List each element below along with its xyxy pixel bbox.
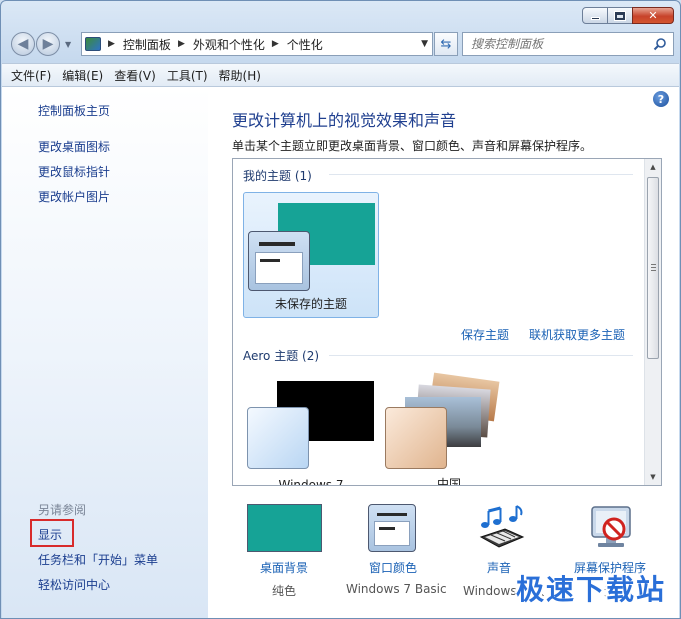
watermark: 极速下载站 (515, 573, 666, 606)
recent-pages-dropdown[interactable]: ▼ (65, 40, 71, 49)
menu-tools[interactable]: 工具(T) (167, 67, 208, 84)
see-also-heading: 另请参阅 (38, 503, 87, 517)
control-panel-home-link[interactable]: 控制面板主页 (38, 102, 110, 119)
setting-value: 纯色 (271, 584, 296, 598)
address-bar[interactable]: ▶ 控制面板 ▶ 外观和个性化 ▶ 个性化 ▼ (81, 32, 433, 56)
back-button[interactable]: ◀ (11, 32, 35, 56)
my-themes-header: 我的主题 (1) (243, 169, 312, 183)
menu-help[interactable]: 帮助(H) (219, 67, 261, 84)
help-icon[interactable]: ? (653, 91, 669, 107)
group-divider (329, 355, 633, 356)
change-desktop-icons-link[interactable]: 更改桌面图标 (38, 138, 110, 155)
theme-gallery-scrollbar[interactable]: ▲ ▼ (644, 159, 661, 485)
theme-name: 中国 (436, 477, 461, 486)
menu-view[interactable]: 查看(V) (114, 67, 156, 84)
window-preview-icon (247, 407, 309, 469)
scrollbar-thumb[interactable] (647, 177, 659, 359)
breadcrumb-separator-icon[interactable]: ▶ (178, 39, 185, 49)
menu-edit[interactable]: 编辑(E) (62, 67, 103, 84)
page-title: 更改计算机上的视觉效果和声音 (232, 111, 457, 130)
control-panel-window: ✕ ◀ ▶ ▼ ▶ 控制面板 ▶ 外观和个性化 ▶ 个性化 ▼ ⇆ 文件(F) … (0, 0, 681, 619)
search-box[interactable] (462, 32, 674, 56)
scroll-up-icon[interactable]: ▲ (645, 159, 661, 175)
setting-label[interactable]: 桌面背景 (246, 559, 322, 576)
breadcrumb: ▶ 控制面板 ▶ 外观和个性化 ▶ 个性化 (101, 36, 323, 53)
taskbar-start-menu-link[interactable]: 任务栏和「开始」菜单 (38, 551, 158, 568)
breadcrumb-item[interactable]: 外观和个性化 (193, 36, 265, 53)
group-divider (329, 174, 633, 175)
menu-file[interactable]: 文件(F) (11, 67, 51, 84)
refresh-icon: ⇆ (440, 36, 452, 52)
menu-bar: 文件(F) 编辑(E) 查看(V) 工具(T) 帮助(H) (2, 63, 679, 87)
forward-button[interactable]: ▶ (36, 32, 60, 56)
minimize-icon (590, 16, 600, 20)
page-description: 单击某个主题立即更改桌面背景、窗口颜色、声音和屏幕保护程序。 (232, 139, 593, 153)
arrow-left-icon: ◀ (17, 36, 29, 52)
window-preview-icon (248, 231, 310, 291)
get-more-themes-link[interactable]: 联机获取更多主题 (529, 326, 625, 343)
address-dropdown-icon[interactable]: ▼ (421, 39, 428, 49)
theme-name: 未保存的主题 (274, 297, 347, 311)
breadcrumb-separator-icon: ▶ (108, 39, 115, 49)
theme-name: Windows 7 (278, 478, 344, 486)
chevron-down-icon: ▼ (65, 40, 72, 49)
theme-gallery: 我的主题 (1) 未保存的主题 保存主题 联机获取更多主题 Aero 主题 (2… (232, 158, 662, 486)
aero-themes-header: Aero 主题 (2) (243, 349, 320, 363)
close-icon: ✕ (648, 9, 658, 22)
window-preview-icon (385, 407, 447, 469)
search-input[interactable] (471, 37, 651, 51)
ease-of-access-link[interactable]: 轻松访问中心 (38, 576, 110, 593)
breadcrumb-separator-icon[interactable]: ▶ (272, 39, 279, 49)
caption-buttons: ✕ (582, 7, 674, 24)
sounds-icon (479, 505, 525, 548)
change-account-picture-link[interactable]: 更改帐户图片 (38, 188, 110, 205)
save-theme-link[interactable]: 保存主题 (461, 326, 509, 343)
theme-tile-unsaved[interactable]: 未保存的主题 (243, 192, 379, 318)
main-pane: ? 更改计算机上的视觉效果和声音 单击某个主题立即更改桌面背景、窗口颜色、声音和… (208, 87, 679, 618)
theme-tile-windows7[interactable]: Windows 7 (243, 371, 379, 486)
setting-label[interactable]: 窗口颜色 (346, 559, 440, 576)
screen-saver-icon (591, 506, 631, 547)
theme-tile-china[interactable]: 中国 (381, 371, 517, 486)
display-link[interactable]: 显示 (38, 526, 62, 543)
control-panel-icon (85, 37, 101, 51)
breadcrumb-item[interactable]: 控制面板 (123, 36, 171, 53)
close-button[interactable]: ✕ (632, 7, 674, 24)
change-mouse-pointers-link[interactable]: 更改鼠标指针 (38, 163, 110, 180)
task-pane: 控制面板主页 更改桌面图标 更改鼠标指针 更改帐户图片 另请参阅 显示 任务栏和… (2, 87, 208, 618)
navigation-bar: ◀ ▶ ▼ ▶ 控制面板 ▶ 外观和个性化 ▶ 个性化 ▼ ⇆ (9, 31, 674, 57)
arrow-right-icon: ▶ (42, 36, 54, 52)
breadcrumb-item[interactable]: 个性化 (287, 36, 323, 53)
maximize-button[interactable] (607, 7, 633, 24)
scroll-down-icon[interactable]: ▼ (645, 469, 661, 485)
window-color-icon (368, 504, 416, 552)
maximize-icon (614, 10, 626, 21)
setting-value: Windows 7 Basic (346, 582, 447, 596)
desktop-background-icon (247, 504, 322, 552)
refresh-button[interactable]: ⇆ (434, 32, 458, 56)
search-icon[interactable] (653, 37, 667, 51)
minimize-button[interactable] (582, 7, 608, 24)
